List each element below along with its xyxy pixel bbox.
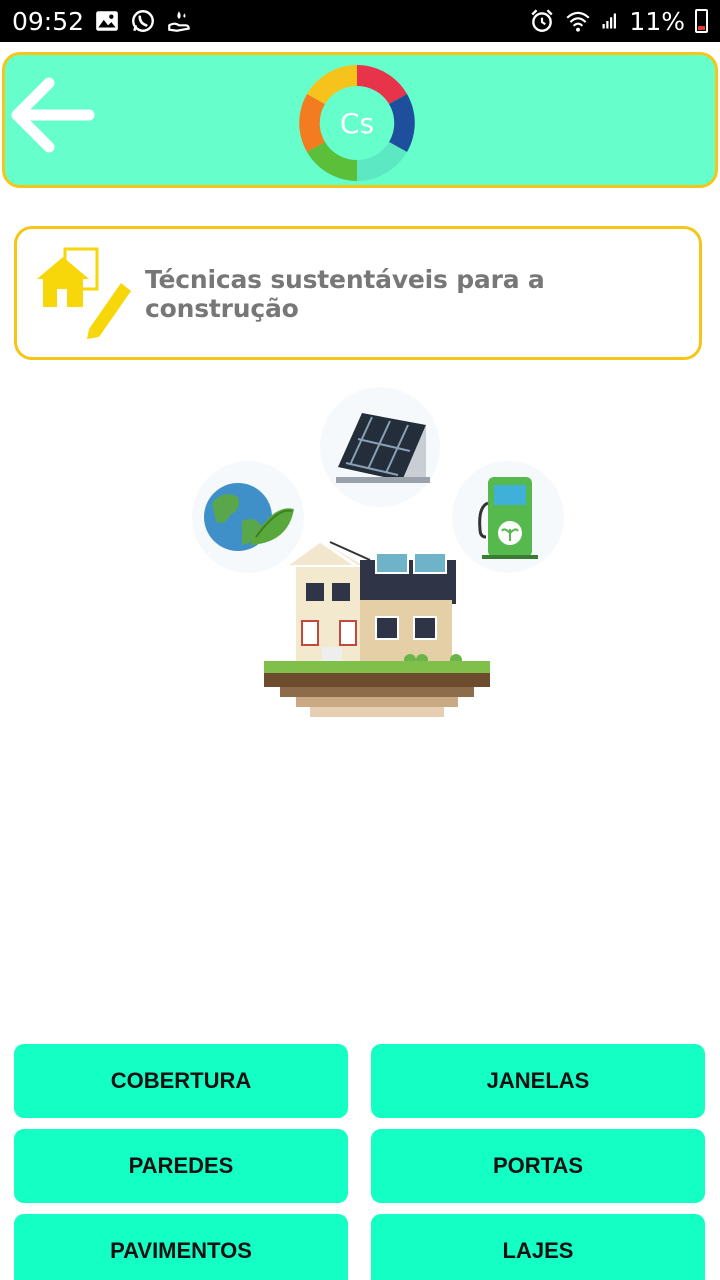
eco-fuel-pump-icon: [452, 461, 564, 573]
back-arrow-icon[interactable]: [9, 73, 95, 157]
house-icon: [283, 539, 462, 666]
page-title: Técnicas sustentáveis para a construção: [145, 265, 545, 323]
whatsapp-icon: [132, 10, 154, 32]
house-pencil-icon: [37, 247, 131, 339]
signal-icon: [602, 13, 617, 29]
cobertura-button[interactable]: COBERTURA: [14, 1044, 348, 1118]
screen: 09:52 11% Cs Técnicas sustentáveis para …: [0, 0, 720, 1280]
logo-text: Cs: [340, 107, 374, 140]
app-logo: Cs: [299, 65, 415, 181]
status-bar: 09:52 11%: [0, 0, 720, 42]
janelas-button[interactable]: JANELAS: [371, 1044, 705, 1118]
battery-icon: [695, 9, 708, 33]
title-card: Técnicas sustentáveis para a construção: [14, 226, 702, 360]
pavimentos-button[interactable]: PAVIMENTOS: [14, 1214, 348, 1280]
portas-button[interactable]: PORTAS: [371, 1129, 705, 1203]
ground-icon: [264, 661, 490, 717]
hand-water-icon: [168, 11, 190, 32]
sustainable-house-illustration: [192, 387, 564, 717]
alarm-icon: [531, 9, 554, 32]
globe-leaf-icon: [192, 461, 304, 573]
status-bar-left: 09:52: [12, 7, 192, 36]
lajes-button[interactable]: LAJES: [371, 1214, 705, 1280]
app-bar: Cs: [2, 52, 718, 188]
status-bar-right: 11%: [529, 7, 708, 36]
status-time: 09:52: [12, 6, 85, 36]
paredes-button[interactable]: PAREDES: [14, 1129, 348, 1203]
image-icon: [96, 11, 118, 31]
wifi-icon: [566, 11, 590, 32]
battery-percent: 11%: [629, 6, 685, 36]
solar-panel-icon: [320, 387, 440, 507]
